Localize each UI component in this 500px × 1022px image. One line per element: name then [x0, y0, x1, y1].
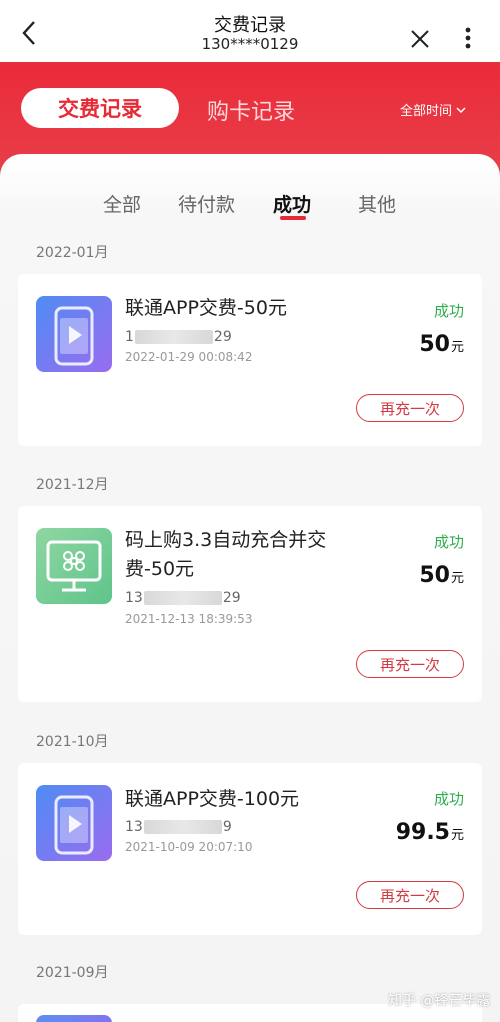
record-amount: 50元	[419, 332, 464, 357]
record-title: 码上购3.3自动充合并交费-50元	[125, 529, 327, 580]
record-card[interactable]: 码上购3.3自动充合并交费-50元 13 29 2021-12-13 18:39:…	[18, 506, 482, 702]
record-title: 联通APP交费-50元	[125, 297, 287, 319]
active-tab-indicator	[280, 216, 306, 220]
subtab-pending[interactable]: 待付款	[178, 190, 235, 217]
chevron-down-icon	[456, 106, 466, 113]
recharge-again-button[interactable]: 再充一次	[356, 881, 464, 909]
unicom-monitor-icon	[36, 528, 112, 604]
record-time: 2021-10-09 20:07:10	[125, 840, 253, 854]
record-phone: 1 29	[125, 329, 232, 345]
phone-play-icon	[36, 296, 112, 372]
more-vertical-icon	[465, 27, 471, 49]
tab-payment-records[interactable]: 交费记录	[21, 88, 179, 128]
record-phone: 13 9	[125, 819, 232, 835]
status-badge: 成功	[433, 790, 464, 808]
record-card[interactable]: 联通APP交费-100元 13 9 2021-10-09 20:07:10 成功 …	[18, 763, 482, 935]
status-badge: 成功	[433, 533, 464, 551]
phone-play-icon	[36, 1015, 112, 1022]
record-time: 2022-01-29 00:08:42	[125, 350, 253, 364]
record-amount: 99.5元	[395, 820, 464, 845]
status-badge: 成功	[433, 302, 464, 320]
month-header: 2021-12月	[36, 477, 109, 493]
recharge-again-button[interactable]: 再充一次	[356, 650, 464, 678]
phone-play-icon	[36, 785, 112, 861]
payment-records-page: 交费记录 130****0129 交费记录 购卡记录 全部时间 全部 待付款 成…	[0, 0, 500, 1022]
title-bar: 交费记录 130****0129	[0, 0, 500, 62]
subtab-all[interactable]: 全部	[103, 190, 141, 217]
tab-card-purchase-records[interactable]: 购卡记录	[207, 94, 295, 126]
record-phone: 13 29	[125, 590, 241, 606]
recharge-again-button[interactable]: 再充一次	[356, 394, 464, 422]
month-header: 2022-01月	[36, 245, 109, 261]
subtab-success[interactable]: 成功	[273, 190, 311, 217]
time-filter-label: 全部时间	[400, 104, 453, 119]
record-title: 联通APP交费-100元	[125, 788, 300, 810]
more-button[interactable]	[456, 24, 480, 52]
record-card[interactable]: 联通APP交费-50元 1 29 2022-01-29 00:08:42 成功 5…	[18, 274, 482, 446]
close-icon	[411, 30, 429, 48]
month-header: 2021-09月	[36, 965, 109, 981]
time-filter-dropdown[interactable]: 全部时间	[400, 100, 466, 119]
close-button[interactable]	[406, 25, 434, 53]
subtab-other[interactable]: 其他	[358, 190, 396, 217]
record-time: 2021-12-13 18:39:53	[125, 612, 253, 626]
record-amount: 50元	[419, 563, 464, 588]
month-header: 2021-10月	[36, 734, 109, 750]
watermark: 知乎 @锋芒毕露	[388, 993, 491, 1009]
status-tabs: 全部 待付款 成功 其他	[0, 190, 500, 226]
